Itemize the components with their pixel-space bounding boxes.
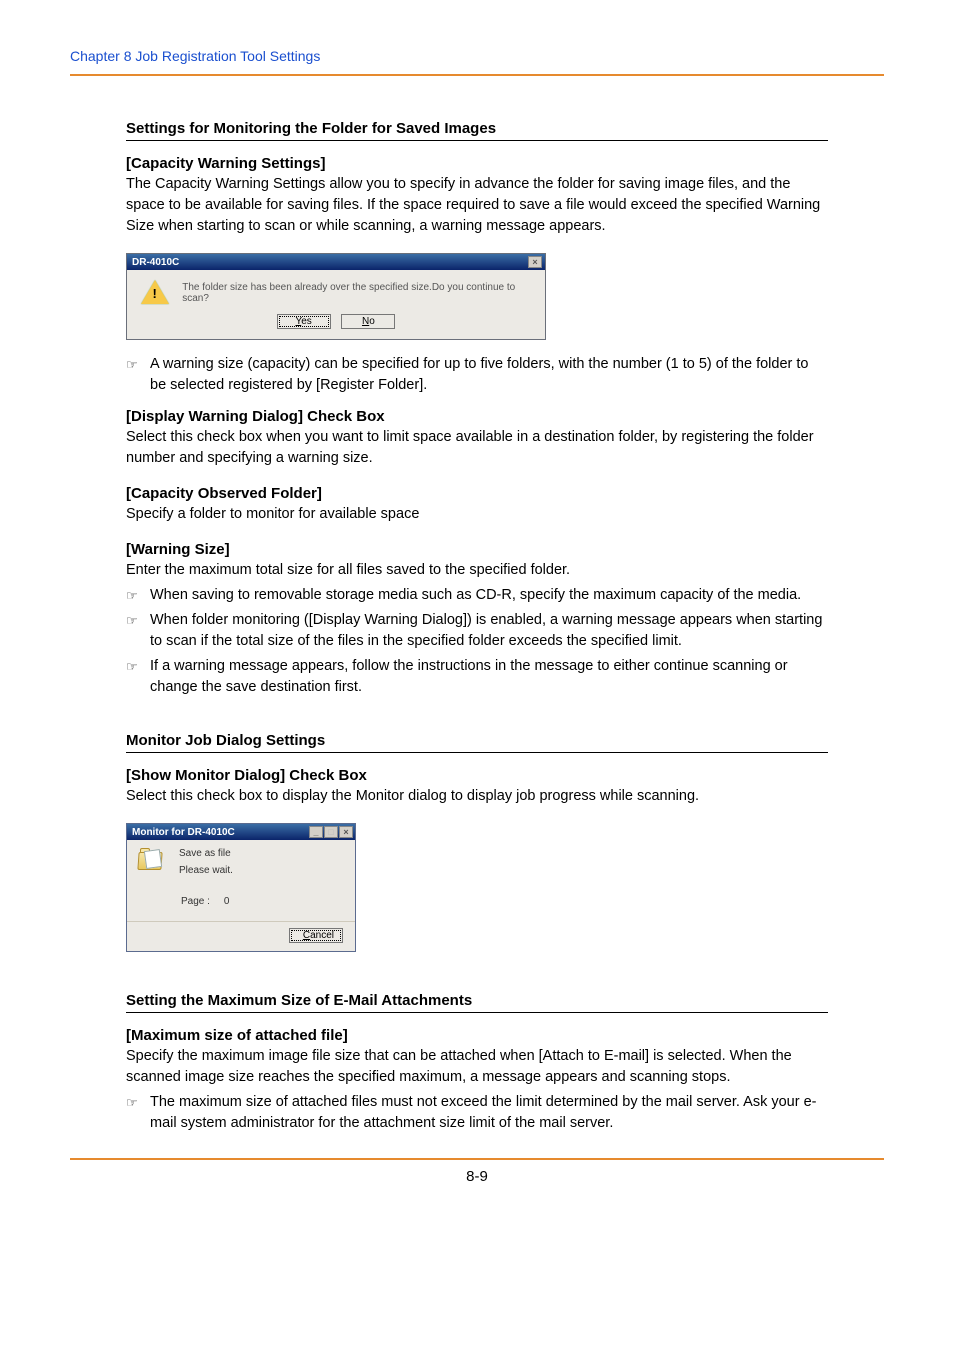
paragraph-display-warning-dialog: Select this check box when you want to l…	[126, 427, 828, 469]
page-number: 8-9	[70, 1168, 884, 1185]
close-icon[interactable]: ×	[528, 256, 542, 268]
note-icon: ☞	[126, 356, 138, 375]
monitor-page-label: Page :	[181, 896, 210, 907]
heading-display-warning-dialog: [Display Warning Dialog] Check Box	[126, 408, 828, 425]
bottom-divider	[70, 1158, 884, 1160]
warning-dialog-message: The folder size has been already over th…	[182, 282, 535, 304]
maximize-icon[interactable]: □	[324, 826, 338, 838]
monitor-line-please-wait: Please wait.	[179, 865, 233, 876]
note-removable-media: When saving to removable storage media s…	[150, 587, 801, 603]
heading-max-attached-file: [Maximum size of attached file]	[126, 1027, 828, 1044]
no-button[interactable]: No	[341, 314, 395, 329]
close-icon[interactable]: ×	[339, 826, 353, 838]
monitor-dialog: Monitor for DR-4010C _ □ × Save as file	[126, 823, 356, 952]
heading-capacity-observed-folder: [Capacity Observed Folder]	[126, 485, 828, 502]
note-icon: ☞	[126, 612, 138, 631]
section-title-email-attachment-size: Setting the Maximum Size of E-Mail Attac…	[126, 992, 828, 1013]
heading-warning-size: [Warning Size]	[126, 541, 828, 558]
paragraph-show-monitor-dialog: Select this check box to display the Mon…	[126, 786, 828, 807]
paragraph-warning-size: Enter the maximum total size for all fil…	[126, 560, 828, 581]
minimize-icon[interactable]: _	[309, 826, 323, 838]
section-title-monitoring-folder: Settings for Monitoring the Folder for S…	[126, 120, 828, 141]
note-warning-message-appears: If a warning message appears, follow the…	[150, 658, 788, 695]
note-icon: ☞	[126, 658, 138, 677]
monitor-line-save-as-file: Save as file	[179, 848, 233, 859]
monitor-dialog-title: Monitor for DR-4010C	[132, 827, 235, 838]
note-folder-monitoring: When folder monitoring ([Display Warning…	[150, 612, 822, 649]
heading-show-monitor-dialog: [Show Monitor Dialog] Check Box	[126, 767, 828, 784]
heading-capacity-warning-settings: [Capacity Warning Settings]	[126, 155, 828, 172]
warning-dialog-titlebar: DR-4010C ×	[127, 254, 545, 270]
yes-button[interactable]: Yes	[277, 314, 331, 329]
monitor-page-value: 0	[224, 896, 230, 907]
paragraph-max-attached-file: Specify the maximum image file size that…	[126, 1046, 828, 1088]
paragraph-capacity-warning: The Capacity Warning Settings allow you …	[126, 174, 828, 237]
warning-dialog: DR-4010C × ! The folder size has been al…	[126, 253, 546, 340]
note-icon: ☞	[126, 587, 138, 606]
folder-icon	[137, 848, 167, 874]
note-warning-size-folders: A warning size (capacity) can be specifi…	[150, 356, 808, 393]
cancel-button[interactable]: Cancel	[289, 928, 343, 943]
note-icon: ☞	[126, 1094, 138, 1113]
warning-icon: !	[141, 280, 168, 306]
chapter-header: Chapter 8 Job Registration Tool Settings	[70, 48, 884, 74]
section-title-monitor-job-dialog: Monitor Job Dialog Settings	[126, 732, 828, 753]
paragraph-capacity-observed-folder: Specify a folder to monitor for availabl…	[126, 504, 828, 525]
monitor-dialog-titlebar: Monitor for DR-4010C _ □ ×	[127, 824, 355, 840]
warning-dialog-title: DR-4010C	[132, 257, 179, 268]
note-mail-server-limit: The maximum size of attached files must …	[150, 1094, 816, 1131]
top-divider	[70, 74, 884, 76]
